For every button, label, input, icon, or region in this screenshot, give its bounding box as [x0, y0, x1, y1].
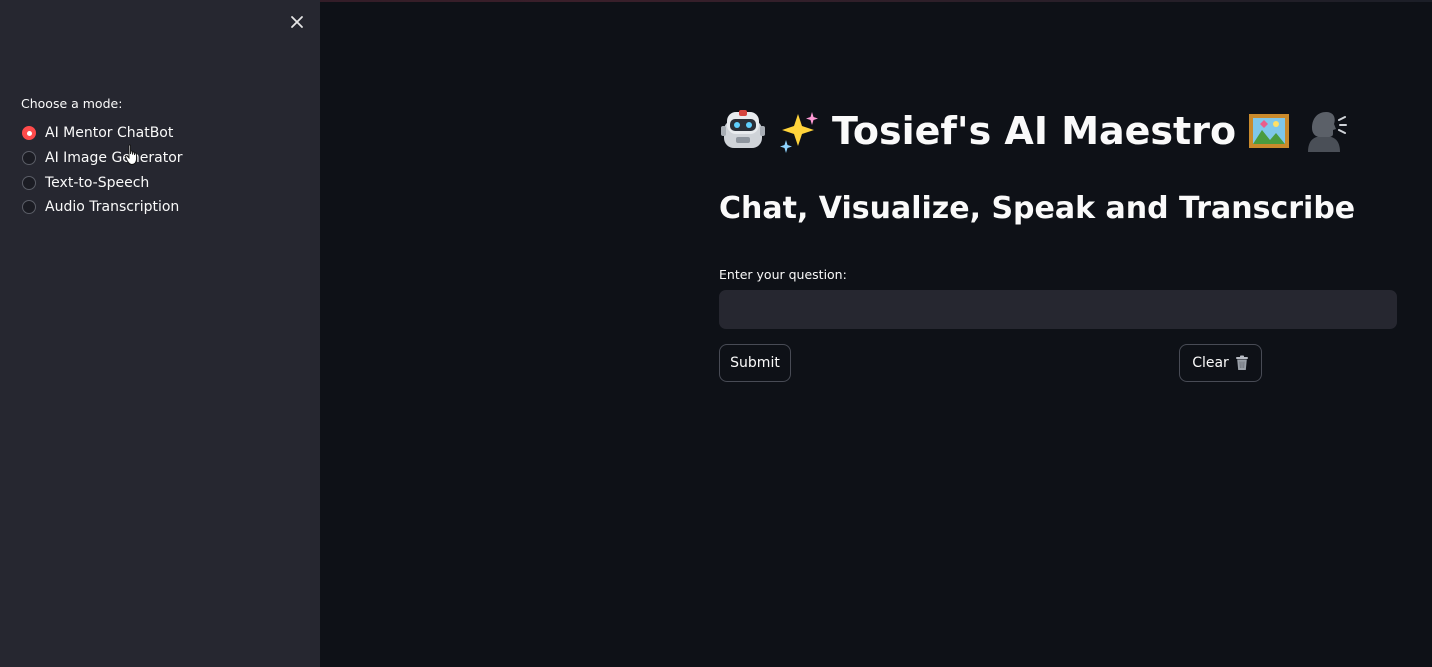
close-sidebar-button[interactable]	[286, 11, 308, 33]
robot-icon	[721, 110, 765, 148]
framed-picture-icon	[1249, 114, 1290, 148]
mode-option-label: AI Image Generator	[45, 150, 183, 167]
speaking-head-icon	[1308, 112, 1348, 152]
mode-option-label: Text-to-Speech	[45, 174, 150, 191]
mode-option-text-to-speech[interactable]: Text-to-Speech	[22, 170, 183, 195]
wastebasket-icon	[1235, 355, 1248, 370]
mode-option-ai-image-generator[interactable]: AI Image Generator	[22, 146, 183, 171]
mode-option-ai-mentor-chatbot[interactable]: AI Mentor ChatBot	[22, 121, 183, 146]
mode-option-label: Audio Transcription	[45, 199, 180, 216]
radio-selected-icon[interactable]	[22, 126, 36, 141]
submit-label: Submit	[730, 355, 780, 371]
title-text: Tosief's AI Maestro	[832, 109, 1237, 153]
mode-radio-group: AI Mentor ChatBot AI Image Generator Tex…	[22, 121, 183, 220]
page-title: Tosief's AI Maestro	[720, 108, 1348, 154]
sidebar: Choose a mode: AI Mentor ChatBot AI Imag…	[0, 0, 320, 667]
radio-unselected-icon[interactable]	[22, 200, 36, 215]
mode-option-audio-transcription[interactable]: Audio Transcription	[22, 195, 183, 220]
question-label: Enter your question:	[719, 267, 847, 282]
radio-unselected-icon[interactable]	[22, 175, 36, 190]
page-subtitle: Chat, Visualize, Speak and Transcribe	[719, 191, 1356, 226]
radio-unselected-icon[interactable]	[22, 151, 36, 166]
main-content: Tosief's AI Maestro Chat, Visualize, Spe…	[320, 0, 1432, 667]
clear-label: Clear	[1192, 355, 1229, 371]
sparkles-icon	[780, 112, 818, 153]
hand-cursor-icon	[124, 144, 137, 165]
mode-option-label: AI Mentor ChatBot	[45, 125, 174, 142]
question-input[interactable]	[719, 290, 1397, 329]
submit-button[interactable]: Submit	[719, 344, 791, 382]
mode-radio-label: Choose a mode:	[21, 96, 123, 111]
clear-button[interactable]: Clear	[1179, 344, 1262, 382]
close-icon	[291, 16, 303, 28]
